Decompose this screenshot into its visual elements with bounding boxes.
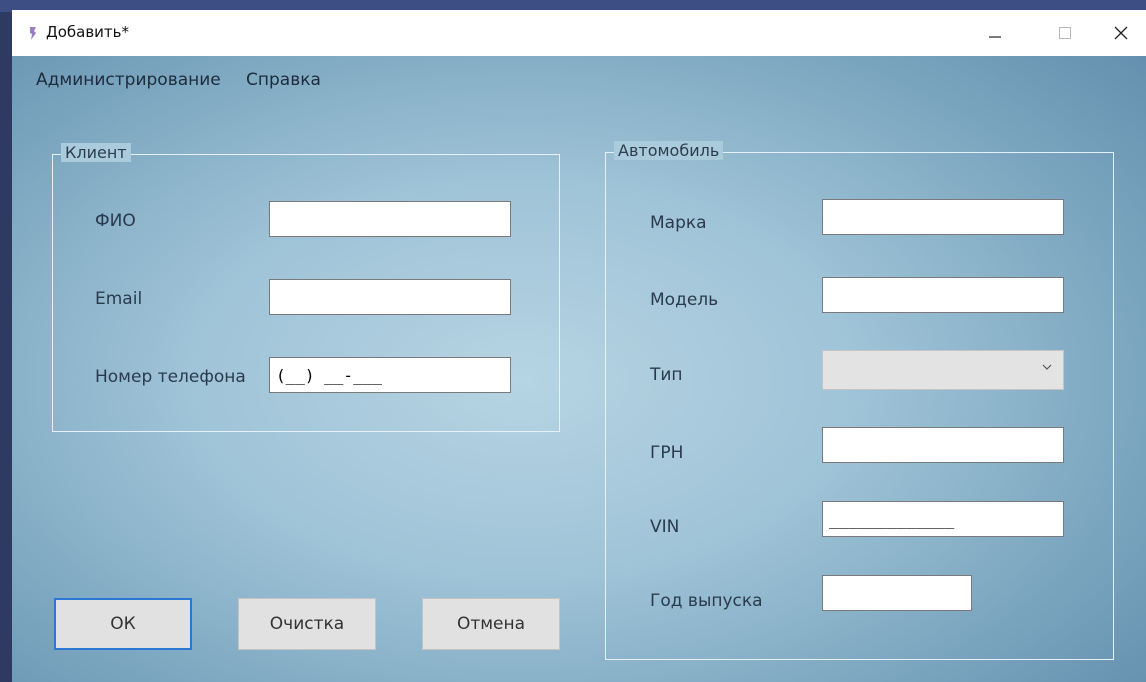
model-label: Модель	[650, 290, 719, 310]
menu-administration[interactable]: Администрирование	[36, 70, 221, 90]
grn-input[interactable]	[822, 427, 1064, 463]
grn-label: ГРН	[650, 443, 684, 463]
fio-input[interactable]	[269, 201, 511, 237]
car-group-legend: Автомобиль	[614, 141, 724, 160]
type-select[interactable]	[822, 350, 1064, 390]
email-input[interactable]	[269, 279, 511, 315]
cancel-button[interactable]: Отмена	[422, 598, 560, 650]
minimize-button[interactable]	[970, 10, 1020, 56]
vin-label: VIN	[650, 517, 680, 537]
window-title: Добавить*	[46, 23, 130, 41]
ok-button[interactable]: ОК	[54, 598, 192, 650]
close-button[interactable]	[1096, 10, 1146, 56]
maximize-icon	[1059, 27, 1071, 39]
year-label: Год выпуска	[650, 591, 763, 611]
phone-input[interactable]	[269, 357, 511, 393]
type-label: Тип	[650, 365, 683, 385]
maximize-button[interactable]	[1040, 10, 1090, 56]
clear-button[interactable]: Очистка	[238, 598, 376, 650]
close-icon	[1114, 26, 1128, 40]
make-label: Марка	[650, 213, 707, 233]
vin-input[interactable]	[822, 501, 1064, 537]
client-group-legend: Клиент	[61, 143, 131, 162]
year-input[interactable]	[822, 575, 972, 611]
client-groupbox: Клиент ФИО Email Номер телефона	[52, 143, 560, 432]
minimize-icon	[989, 36, 1001, 38]
car-groupbox: Автомобиль Марка Модель Тип ГРН VIN Год …	[605, 141, 1114, 660]
title-bar: Добавить*	[12, 10, 1146, 56]
app-icon	[30, 27, 36, 40]
make-input[interactable]	[822, 199, 1064, 235]
menu-help[interactable]: Справка	[246, 70, 321, 90]
model-input[interactable]	[822, 277, 1064, 313]
chevron-down-icon	[1042, 364, 1052, 370]
fio-label: ФИО	[95, 211, 136, 231]
phone-label: Номер телефона	[95, 367, 246, 387]
email-label: Email	[95, 289, 143, 309]
add-dialog-window: Добавить* Администрирование Справка Клие…	[12, 10, 1146, 682]
